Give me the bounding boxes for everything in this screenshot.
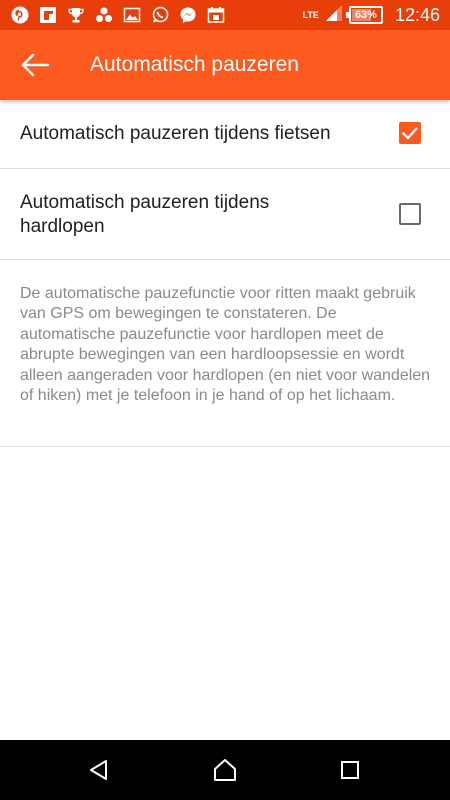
divider	[0, 446, 450, 447]
setting-label-running: Automatisch pauzeren tijdens hardlopen	[20, 192, 270, 237]
auto-pause-description: De automatische pauzefunctie voor ritten…	[20, 285, 431, 405]
trophy-icon	[66, 5, 86, 25]
cycling-auto-pause-checkbox[interactable]	[399, 122, 421, 144]
share-icon	[94, 5, 114, 25]
whatsapp-icon	[150, 5, 170, 25]
signal-icon	[325, 4, 343, 27]
back-arrow-icon	[21, 53, 50, 77]
status-time: 12:46	[394, 4, 440, 25]
back-button[interactable]	[16, 46, 54, 84]
app-bar: Automatisch pauzeren	[0, 30, 450, 100]
calendar-icon	[206, 5, 226, 25]
home-icon	[214, 759, 236, 781]
setting-label-cycling: Automatisch pauzeren tijdens fietsen	[20, 123, 331, 144]
navigation-bar	[0, 740, 450, 800]
running-auto-pause-checkbox[interactable]	[399, 203, 421, 225]
nav-back-button[interactable]	[84, 755, 114, 785]
nav-home-button[interactable]	[210, 755, 240, 785]
network-type-label: LTE	[302, 9, 319, 20]
recents-square-icon	[341, 761, 359, 779]
setting-row-cycling[interactable]: Automatisch pauzeren tijdens fietsen	[0, 100, 450, 169]
status-bar: LTE 63% 12:46	[0, 0, 450, 30]
pinterest-icon	[10, 5, 30, 25]
battery-icon: 63%	[345, 6, 383, 24]
gallery-icon	[122, 5, 142, 25]
page-title: Automatisch pauzeren	[90, 53, 299, 76]
back-triangle-icon	[90, 760, 107, 780]
messenger-icon	[178, 5, 198, 25]
battery-percent: 63%	[354, 9, 377, 21]
setting-row-running[interactable]: Automatisch pauzeren tijdens hardlopen	[0, 169, 450, 260]
nav-recents-button[interactable]	[335, 755, 365, 785]
flipboard-icon	[38, 5, 58, 25]
checkmark-icon	[402, 127, 418, 140]
